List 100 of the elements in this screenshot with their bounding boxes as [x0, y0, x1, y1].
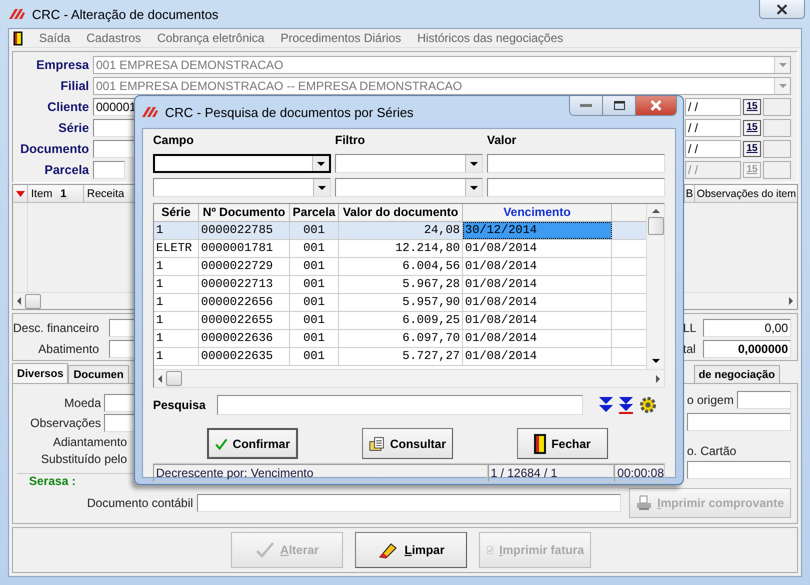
- column-label: Filtro: [335, 133, 366, 149]
- field-label: Observações: [29, 416, 101, 430]
- table-cell: 01/08/2014: [463, 294, 612, 311]
- field-label: Parcela: [44, 162, 89, 176]
- table-row[interactable]: ELETR 0000001781 001 12.214,80 01/08/2014: [154, 240, 646, 258]
- close-button[interactable]: [636, 96, 676, 115]
- table-cell: 0000022785: [199, 222, 290, 239]
- input-field[interactable]: [93, 160, 125, 178]
- table-cell: 5.957,90: [339, 294, 463, 311]
- table-cell: 1: [154, 330, 199, 347]
- double-arrow-down-icon[interactable]: [619, 396, 633, 414]
- scrollbar[interactable]: [646, 204, 664, 369]
- table-cell: 1: [154, 276, 199, 293]
- field-label: tal: [683, 342, 697, 356]
- table-cell: 001: [290, 294, 339, 311]
- table-cell: 6.004,56: [339, 258, 463, 275]
- sort-badge: 1: [58, 188, 69, 200]
- column-header[interactable]: Vencimento: [463, 204, 612, 221]
- table-cell: 5.727,27: [339, 348, 463, 365]
- table-row[interactable]: 1 0000022635 001 5.727,27 01/08/2014: [154, 348, 646, 366]
- column-header[interactable]: Item 1: [28, 185, 84, 202]
- input-field[interactable]: [687, 461, 791, 479]
- document-icon: [369, 434, 385, 452]
- table-row[interactable]: 1 0000022713 001 5.967,28 01/08/2014: [154, 276, 646, 294]
- action-button[interactable]: Confirmar: [207, 428, 298, 459]
- table-cell: 5.967,28: [339, 276, 463, 293]
- table-cell: 1: [154, 312, 199, 329]
- table-cell: ELETR: [154, 240, 199, 257]
- table-row[interactable]: 1 0000022656 001 5.957,90 01/08/2014: [154, 294, 646, 312]
- menu-item[interactable]: Procedimentos Diários: [280, 31, 402, 45]
- menu-item[interactable]: Históricos das negociações: [417, 31, 564, 45]
- close-icon: [649, 100, 663, 111]
- table-row[interactable]: 1 0000022655 001 6.009,25 01/08/2014: [154, 312, 646, 330]
- status-label: Serasa :: [28, 474, 76, 488]
- input-field[interactable]: [763, 140, 791, 158]
- field-label: Série: [57, 120, 89, 134]
- close-button[interactable]: [759, 0, 805, 19]
- calendar-button[interactable]: 15: [743, 98, 761, 114]
- gear-icon[interactable]: [639, 396, 657, 414]
- table-cell: 0000022636: [199, 330, 290, 347]
- column-header[interactable]: Valor do documento: [339, 204, 463, 221]
- combo-box[interactable]: 001 EMPRESA DEMONSTRACAO: [93, 56, 791, 74]
- column-header[interactable]: Nº Documento: [199, 204, 290, 221]
- table-cell: 1: [154, 222, 199, 239]
- table-cell: 01/08/2014: [463, 312, 612, 329]
- menu-item[interactable]: Saída: [39, 31, 70, 45]
- combo-box[interactable]: [153, 154, 331, 173]
- maximize-icon: [614, 101, 624, 110]
- calendar-button[interactable]: 15: [743, 140, 761, 156]
- field-label: Documento contábil: [87, 496, 194, 510]
- table-row[interactable]: 1 0000022785 001 24,08 30/12/2014: [154, 222, 646, 240]
- table-cell: 01/08/2014: [463, 330, 612, 347]
- input-field[interactable]: [763, 118, 791, 136]
- input-field[interactable]: [763, 160, 791, 178]
- combo-box[interactable]: 001 EMPRESA DEMONSTRACAO -- EMPRESA DEMONSTRACAO: [93, 76, 791, 94]
- table-cell: 001: [290, 330, 339, 347]
- menu-item[interactable]: Cobrança eletrônica: [157, 31, 264, 45]
- date-field[interactable]: / /: [685, 98, 741, 116]
- field-label: Abatimento: [37, 342, 99, 356]
- input-field[interactable]: 0,000000: [703, 340, 791, 358]
- table-row[interactable]: 1 0000022636 001 6.097,70 01/08/2014: [154, 330, 646, 348]
- field-label: Moeda: [63, 396, 101, 410]
- tab[interactable]: Diversos: [12, 363, 68, 383]
- input-field[interactable]: [763, 98, 791, 116]
- minimize-button[interactable]: [570, 96, 603, 115]
- field-label: LL: [683, 320, 698, 334]
- action-button[interactable]: Limpar: [355, 532, 467, 568]
- table-cell: 0000001781: [199, 240, 290, 257]
- column-header[interactable]: Observações do item: [694, 185, 797, 202]
- status-text: Decrescente por: Vencimento: [153, 464, 488, 482]
- table-cell: 001: [290, 276, 339, 293]
- table-cell: 001: [290, 312, 339, 329]
- input-field[interactable]: [736, 391, 791, 409]
- tab[interactable]: de negociação: [694, 365, 780, 383]
- column-header[interactable]: Série: [154, 204, 199, 221]
- input-field[interactable]: [487, 178, 665, 197]
- door-icon: [13, 30, 23, 46]
- table-row[interactable]: 1 0000022729 001 6.004,56 01/08/2014: [154, 258, 646, 276]
- column-header[interactable]: Parcela: [290, 204, 339, 221]
- input-field[interactable]: [687, 413, 791, 431]
- menu-item[interactable]: Cadastros: [86, 31, 142, 45]
- field-label: o. Cartão: [687, 444, 738, 458]
- scrollbar[interactable]: [154, 369, 664, 387]
- check-icon: [255, 541, 276, 559]
- table-cell: 0000022729: [199, 258, 290, 275]
- action-button[interactable]: Fechar: [517, 428, 608, 459]
- input-field[interactable]: 0,00: [703, 318, 791, 336]
- maximize-button[interactable]: [603, 96, 636, 115]
- double-arrow-down-icon[interactable]: [599, 397, 613, 413]
- table-cell: 6.097,70: [339, 330, 463, 347]
- date-field[interactable]: / /: [685, 118, 741, 136]
- action-button[interactable]: Consultar: [362, 428, 453, 459]
- input-field[interactable]: [487, 154, 665, 173]
- table-cell: 001: [290, 240, 339, 257]
- date-field[interactable]: / /: [685, 140, 741, 158]
- tab[interactable]: Documen: [68, 365, 129, 383]
- calendar-button[interactable]: 15: [743, 120, 761, 136]
- input-field[interactable]: [197, 494, 622, 512]
- table-cell: 1: [154, 348, 199, 365]
- search-field[interactable]: [217, 395, 583, 415]
